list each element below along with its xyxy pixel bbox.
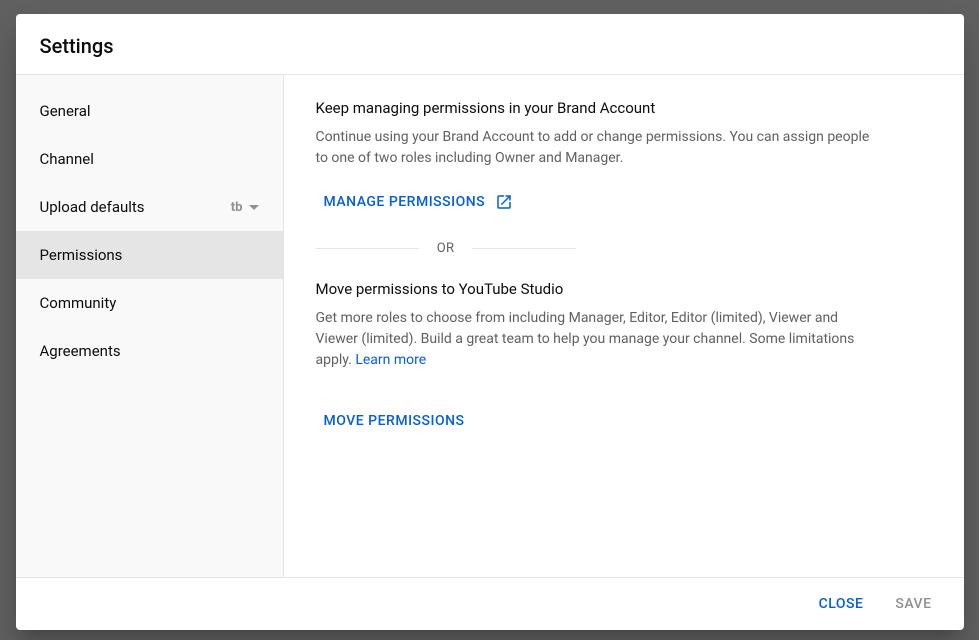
sidebar-item-upload-defaults[interactable]: Upload defaults tb bbox=[16, 183, 283, 231]
button-label: Move permissions bbox=[324, 413, 465, 429]
sidebar-item-community[interactable]: Community bbox=[16, 279, 283, 327]
sidebar-item-label: General bbox=[40, 102, 91, 120]
move-permissions-button[interactable]: Move permissions bbox=[316, 407, 473, 435]
section2-desc: Get more roles to choose from including … bbox=[316, 308, 876, 371]
sidebar-item-label: Community bbox=[40, 294, 117, 312]
modal-body: General Channel Upload defaults tb Permi… bbox=[16, 75, 964, 577]
save-button[interactable]: Save bbox=[883, 588, 943, 620]
sidebar-item-agreements[interactable]: Agreements bbox=[16, 327, 283, 375]
sidebar-item-label: Channel bbox=[40, 150, 94, 168]
button-label: Manage permissions bbox=[324, 194, 486, 210]
tubebuddy-badge[interactable]: tb bbox=[231, 200, 259, 215]
settings-modal: Settings General Channel Upload defaults… bbox=[16, 14, 964, 630]
badge-text: tb bbox=[231, 200, 243, 215]
modal-footer: Close Save bbox=[16, 577, 964, 630]
sidebar-item-label: Agreements bbox=[40, 342, 121, 360]
chevron-down-icon bbox=[249, 205, 259, 210]
or-divider: OR bbox=[316, 241, 576, 256]
modal-title: Settings bbox=[40, 34, 940, 58]
modal-header: Settings bbox=[16, 14, 964, 75]
section2-title: Move permissions to YouTube Studio bbox=[316, 280, 932, 298]
divider-line-right bbox=[472, 248, 575, 249]
manage-permissions-button[interactable]: Manage permissions bbox=[316, 187, 522, 217]
sidebar-item-channel[interactable]: Channel bbox=[16, 135, 283, 183]
section1-desc: Continue using your Brand Account to add… bbox=[316, 127, 876, 169]
sidebar-item-label: Upload defaults bbox=[40, 198, 145, 216]
permissions-content: Keep managing permissions in your Brand … bbox=[284, 75, 964, 577]
section1-title: Keep managing permissions in your Brand … bbox=[316, 99, 932, 117]
learn-more-link[interactable]: Learn more bbox=[355, 352, 426, 368]
sidebar-item-permissions[interactable]: Permissions bbox=[16, 231, 283, 279]
sidebar-item-label: Permissions bbox=[40, 246, 123, 264]
divider-text: OR bbox=[437, 241, 455, 256]
external-link-icon bbox=[495, 193, 513, 211]
sidebar-item-general[interactable]: General bbox=[16, 87, 283, 135]
close-button[interactable]: Close bbox=[807, 588, 876, 620]
settings-sidebar: General Channel Upload defaults tb Permi… bbox=[16, 75, 284, 577]
divider-line-left bbox=[316, 248, 419, 249]
